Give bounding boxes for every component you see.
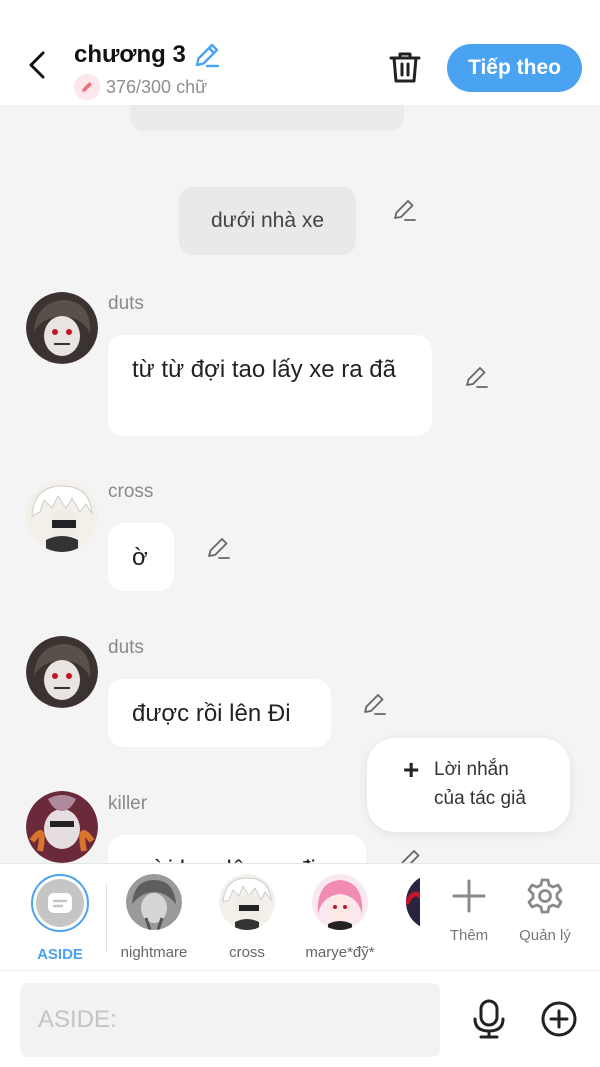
- avatar[interactable]: [26, 791, 98, 863]
- pencil-icon: [394, 200, 416, 221]
- narration-bubble[interactable]: [130, 105, 404, 131]
- narration-bubble[interactable]: dưới nhà xe: [179, 187, 356, 255]
- microphone-icon: [473, 999, 505, 1039]
- plus-icon: +: [403, 754, 420, 785]
- message-bubble[interactable]: từ từ đợi tao lấy xe ra đã: [108, 335, 432, 436]
- pencil-icon: [195, 43, 219, 68]
- character-label: marye*đỹ*: [305, 944, 375, 961]
- avatar: [312, 874, 368, 930]
- add-character-label: Thêm: [449, 927, 489, 944]
- aside-avatar: [31, 874, 89, 932]
- word-count: 376/300 chữ: [106, 76, 208, 97]
- edit-message-button[interactable]: [390, 195, 420, 225]
- plus-icon: [452, 879, 486, 913]
- gear-icon: [527, 878, 563, 914]
- character-label: ASIDE: [37, 946, 83, 963]
- message-bubble[interactable]: được rồi lên Đi: [108, 679, 331, 747]
- author-note-label: của tác giả: [434, 788, 526, 809]
- message-bubble[interactable]: mời bạn lên xe đi: [108, 835, 366, 863]
- delete-button[interactable]: [386, 48, 424, 86]
- add-character-button[interactable]: Thêm: [434, 876, 504, 944]
- edit-title-button[interactable]: [192, 40, 222, 70]
- character-nightmare[interactable]: nightmare: [114, 874, 194, 961]
- character-marye[interactable]: marye*đỹ*: [300, 874, 380, 961]
- word-count-badge: [74, 74, 100, 100]
- sender-name: killer: [108, 793, 148, 814]
- pencil-icon: [82, 82, 92, 92]
- chat-area[interactable]: dưới nhà xe duts từ từ đợi tao lấy xe ra…: [0, 105, 600, 863]
- character-bar: ASIDE nightmare cross marye*đỹ* Thêm Quả…: [0, 863, 600, 970]
- voice-button[interactable]: [470, 998, 508, 1040]
- plus-circle-icon: [541, 1001, 577, 1037]
- trash-icon: [389, 52, 421, 83]
- avatar[interactable]: [26, 636, 98, 708]
- divider: [106, 884, 107, 952]
- message-bubble[interactable]: ờ: [108, 523, 174, 591]
- sender-name: duts: [108, 293, 144, 314]
- manage-characters-button[interactable]: Quản lý: [510, 876, 580, 944]
- add-content-button[interactable]: [540, 1000, 578, 1038]
- sender-name: duts: [108, 637, 144, 658]
- edit-message-button[interactable]: [462, 362, 492, 392]
- character-cross[interactable]: cross: [207, 874, 287, 961]
- character-label: cross: [229, 944, 265, 961]
- author-note-button[interactable]: + Lời nhắn của tác giả: [367, 738, 570, 832]
- edit-message-button[interactable]: [360, 689, 390, 719]
- manage-label: Quản lý: [519, 927, 571, 944]
- message-input[interactable]: [20, 983, 440, 1057]
- avatar[interactable]: [26, 480, 98, 552]
- message-icon: [48, 893, 72, 913]
- sender-name: cross: [108, 481, 154, 502]
- avatar: [219, 874, 275, 930]
- character-aside[interactable]: ASIDE: [20, 874, 100, 963]
- pencil-icon: [401, 850, 420, 863]
- edit-message-button[interactable]: [396, 845, 426, 863]
- character-label: nightmare: [120, 944, 188, 961]
- author-note-label: Lời nhắn: [434, 759, 509, 780]
- avatar[interactable]: [26, 292, 98, 364]
- composer: [0, 970, 600, 1067]
- avatar: [406, 874, 420, 930]
- pencil-icon: [466, 367, 488, 388]
- top-bar: chương 3 376/300 chữ Tiếp theo: [0, 0, 600, 105]
- edit-message-button[interactable]: [204, 533, 234, 563]
- character-partial[interactable]: [406, 874, 420, 930]
- pencil-icon: [208, 538, 230, 559]
- chevron-left-icon: [29, 51, 45, 79]
- pencil-icon: [364, 694, 386, 715]
- chapter-title: chương 3: [74, 41, 186, 68]
- back-button[interactable]: [20, 48, 54, 82]
- next-button[interactable]: Tiếp theo: [447, 44, 582, 92]
- avatar: [126, 874, 182, 930]
